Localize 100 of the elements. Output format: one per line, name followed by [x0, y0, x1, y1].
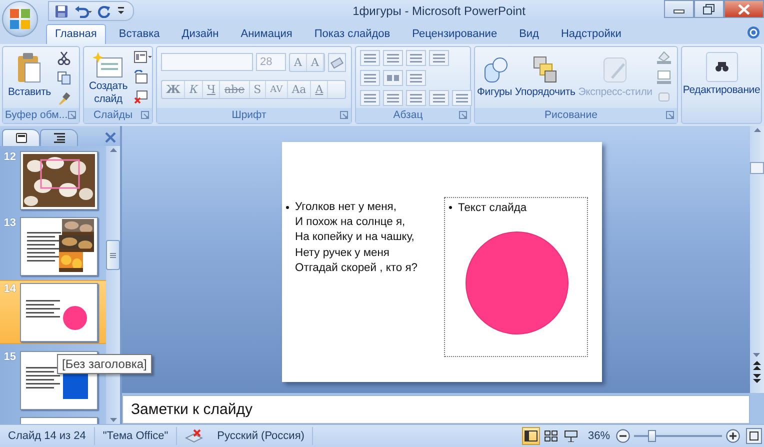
- close-pane-button[interactable]: [105, 132, 116, 143]
- bullet-icon: [449, 206, 452, 210]
- ribbon-tab[interactable]: Надстройки: [552, 24, 630, 44]
- notes-field[interactable]: Заметки к слайду: [122, 395, 750, 424]
- help-icon[interactable]: [747, 26, 760, 39]
- eraser-icon: [330, 56, 344, 70]
- slide-thumbnail[interactable]: [20, 283, 98, 342]
- language[interactable]: Русский (Россия): [217, 430, 304, 442]
- center-button[interactable]: [383, 90, 403, 106]
- ribbon-tab[interactable]: Вид: [510, 24, 548, 44]
- square-drawing: [63, 374, 88, 399]
- copy-icon: [56, 71, 71, 85]
- shapes-button[interactable]: Фигуры: [476, 54, 513, 101]
- layout-button[interactable]: [132, 50, 153, 65]
- align-right-button[interactable]: [406, 90, 426, 106]
- align-left-icon: [362, 92, 378, 104]
- plus-icon: [726, 429, 740, 443]
- close-icon: [105, 132, 116, 143]
- dialog-launcher-icon[interactable]: [666, 111, 674, 119]
- align-text-button[interactable]: [406, 70, 426, 86]
- text-lines-drawing: [27, 232, 61, 264]
- justify-button[interactable]: [429, 90, 449, 106]
- font-name-field[interactable]: [161, 53, 253, 71]
- smartart-button[interactable]: [452, 90, 472, 106]
- content-placeholder[interactable]: Текст слайда: [444, 197, 588, 357]
- ribbon-tab[interactable]: Рецензирование: [403, 24, 506, 44]
- slider-thumb[interactable]: [648, 430, 656, 442]
- delete-slide-icon: [134, 90, 148, 104]
- ribbon-tab[interactable]: Анимация: [232, 24, 302, 44]
- clipboard-icon: [16, 52, 42, 84]
- numbering-button[interactable]: [383, 50, 403, 66]
- justify-icon: [431, 92, 447, 104]
- save-icon[interactable]: [55, 4, 68, 18]
- outline-icon[interactable]: [656, 70, 672, 84]
- ribbon-tab[interactable]: Вставка: [110, 24, 169, 44]
- slide-number: 15: [2, 351, 16, 363]
- dialog-launcher-icon[interactable]: [459, 111, 467, 119]
- zoom-out-button[interactable]: [616, 429, 630, 443]
- minimize-button[interactable]: [664, 0, 694, 18]
- scroll-up-icon[interactable]: [110, 148, 116, 152]
- ribbon-tab[interactable]: Главная: [46, 24, 106, 44]
- dialog-launcher-icon[interactable]: [68, 111, 76, 119]
- fit-window-button[interactable]: [746, 428, 762, 444]
- office-button[interactable]: [2, 1, 38, 37]
- customize-arrow-icon[interactable]: [117, 6, 125, 16]
- arrange-icon: [532, 56, 558, 84]
- columns-button[interactable]: [383, 70, 403, 86]
- slide-thumbnail[interactable]: [20, 151, 98, 210]
- slide-number: 13: [2, 217, 16, 229]
- dialog-launcher-icon[interactable]: [141, 111, 149, 119]
- ribbon-tab[interactable]: Дизайн: [172, 24, 228, 44]
- previous-slide-icon[interactable]: [753, 361, 761, 370]
- line-spacing-button[interactable]: [406, 50, 426, 66]
- slides-tab[interactable]: [2, 129, 40, 146]
- scroll-thumb[interactable]: [106, 240, 120, 270]
- arrange-button[interactable]: Упорядочить: [514, 54, 576, 101]
- slide-thumbnail[interactable]: [20, 217, 98, 276]
- scroll-down-icon[interactable]: [753, 353, 760, 357]
- next-slide-icon[interactable]: [753, 374, 761, 383]
- zoom-level[interactable]: 36%: [588, 430, 610, 442]
- zoom-in-button[interactable]: [726, 429, 740, 443]
- group-label: Рисование: [544, 109, 598, 121]
- show-view-icon: [564, 430, 578, 442]
- ribbon-tab[interactable]: Показ слайдов: [305, 24, 400, 44]
- center-icon: [385, 92, 401, 104]
- smartart-icon: [454, 92, 470, 104]
- scroll-thumb[interactable]: [750, 162, 764, 174]
- bullets-icon: [362, 52, 378, 64]
- align-left-button[interactable]: [360, 90, 380, 106]
- indent-button[interactable]: [360, 70, 380, 86]
- group-label: Буфер обм...: [5, 109, 68, 121]
- close-button[interactable]: [724, 0, 764, 18]
- text-direction-button[interactable]: [429, 50, 449, 66]
- sorter-view-icon: [544, 430, 558, 442]
- reset-icon: [134, 70, 148, 84]
- scroll-down-icon[interactable]: [110, 418, 116, 422]
- new-slide-button[interactable]: Создать слайд: [88, 50, 129, 108]
- maximize-button[interactable]: [694, 0, 724, 18]
- redo-icon[interactable]: [98, 4, 111, 18]
- fill-icon[interactable]: [656, 50, 672, 64]
- dialog-launcher-icon[interactable]: [340, 111, 348, 119]
- scroll-up-icon[interactable]: [754, 128, 760, 132]
- close-icon: [738, 4, 750, 14]
- copy-button[interactable]: [56, 70, 72, 86]
- grip-icon: [110, 252, 116, 258]
- undo-icon[interactable]: [74, 4, 92, 18]
- clear-format-button[interactable]: [328, 53, 346, 72]
- minus-icon: [616, 429, 630, 443]
- spelling-error-icon[interactable]: [185, 429, 204, 443]
- line-spacing-icon: [408, 52, 424, 64]
- align-right-icon: [408, 92, 424, 104]
- bullets-button[interactable]: [360, 50, 380, 66]
- text-lines-drawing: [26, 367, 60, 391]
- fit-window-icon: [746, 428, 762, 444]
- cut-button[interactable]: [56, 50, 72, 66]
- text-direction-icon: [431, 52, 447, 64]
- normal-view-button[interactable]: [522, 427, 540, 445]
- outline-tab[interactable]: [40, 129, 78, 146]
- paste-button[interactable]: Вставить: [7, 50, 52, 101]
- align-text-icon: [408, 72, 424, 84]
